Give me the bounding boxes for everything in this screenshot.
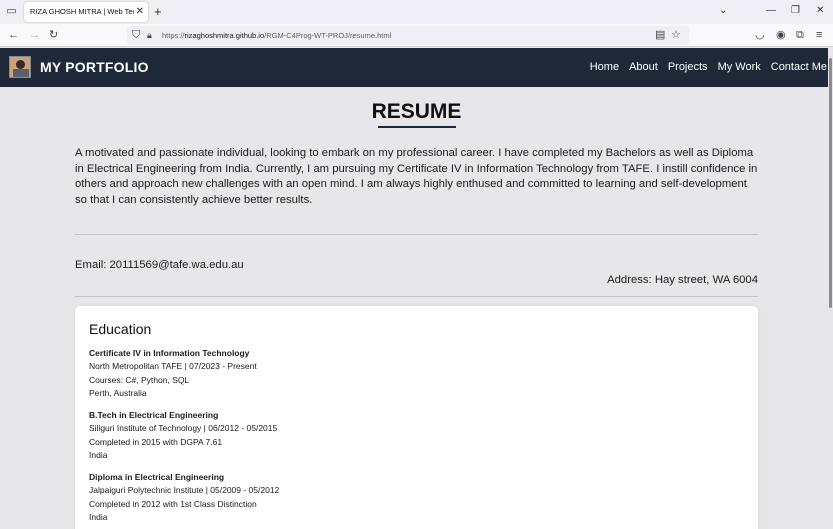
title-underline: [378, 126, 456, 128]
degree-title: B.Tech in Electrical Engineering: [89, 410, 219, 420]
nav-link-about[interactable]: About: [629, 60, 658, 74]
education-location: India: [89, 450, 108, 461]
institution: North Metropolitan TAFE | 07/2023 - Pres…: [89, 361, 257, 372]
divider: [75, 234, 758, 235]
nav-link-my-work[interactable]: My Work: [718, 60, 761, 74]
new-tab-icon[interactable]: +: [154, 4, 162, 19]
education-location: India: [89, 512, 108, 523]
reader-view-icon[interactable]: ▤: [655, 28, 665, 42]
resume-summary: A motivated and passionate individual, l…: [75, 147, 758, 206]
menu-icon[interactable]: ≡: [816, 28, 822, 42]
page-scrollbar[interactable]: [828, 48, 833, 529]
lock-icon[interactable]: 🔒︎: [147, 28, 152, 42]
education-item: B.Tech in Electrical Engineering Siligur…: [89, 409, 277, 463]
nav-links: Home About Projects My Work Contact Me: [590, 60, 827, 74]
nav-link-home[interactable]: Home: [590, 60, 619, 74]
site-navbar: MY PORTFOLIO Home About Projects My Work…: [0, 48, 833, 87]
divider: [75, 296, 758, 297]
education-heading: Education: [89, 321, 152, 337]
education-item: Diploma in Electrical Engineering Jalpai…: [89, 471, 279, 525]
education-detail: Courses: C#, Python, SQL: [89, 374, 190, 385]
shield-icon[interactable]: ⛉: [132, 28, 140, 42]
profile-logo[interactable]: [9, 56, 31, 78]
forward-icon[interactable]: →: [29, 28, 40, 42]
address-bar[interactable]: ⛉ 🔒︎ https://rizaghoshmitra.github.io/RG…: [127, 26, 689, 45]
education-detail: Completed in 2015 with DGPA 7.61: [89, 436, 223, 447]
page-title: RESUME: [371, 100, 462, 123]
site-brand[interactable]: MY PORTFOLIO: [40, 59, 149, 75]
account-icon[interactable]: ◉: [776, 28, 786, 42]
education-item: Certificate IV in Information Technology…: [89, 347, 257, 401]
browser-tab-active[interactable]: RIZA GHOSH MITRA | Web Tech | C ✕: [24, 2, 148, 22]
tab-title: RIZA GHOSH MITRA | Web Tech | C: [30, 7, 134, 16]
bookmark-star-icon[interactable]: ☆: [671, 28, 681, 42]
contact-email: Email: 20111569@tafe.wa.edu.au: [75, 259, 244, 271]
degree-title: Diploma in Electrical Engineering: [89, 472, 225, 482]
contact-address: Address: Hay street, WA 6004: [607, 274, 758, 286]
scrollbar-thumb[interactable]: [829, 58, 832, 308]
institution: Jalpaiguri Polytechnic Institute | 05/20…: [89, 485, 280, 496]
browser-tab-bar: ▭ RIZA GHOSH MITRA | Web Tech | C ✕ + ⌄ …: [0, 0, 833, 24]
nav-link-contact[interactable]: Contact Me: [771, 60, 827, 74]
close-tab-icon[interactable]: ✕: [136, 5, 144, 18]
url-text: https://rizaghoshmitra.github.io/RGM-C4P…: [162, 31, 392, 40]
maximize-icon[interactable]: ❐: [791, 4, 800, 18]
list-all-tabs-icon[interactable]: ⌄: [719, 4, 727, 18]
back-icon[interactable]: ←: [8, 28, 19, 42]
education-card: Education Certificate IV in Information …: [75, 306, 758, 529]
nav-link-projects[interactable]: Projects: [668, 60, 708, 74]
education-location: Perth, Australia: [89, 388, 147, 399]
education-detail: Completed in 2012 with 1st Class Distinc…: [89, 498, 257, 509]
reload-icon[interactable]: ↻: [49, 28, 58, 42]
minimize-icon[interactable]: —: [766, 4, 776, 18]
browser-toolbar: ← → ↻ ⛉ 🔒︎ https://rizaghoshmitra.github…: [0, 24, 833, 47]
tab-list-icon[interactable]: ▭: [5, 5, 18, 18]
institution: Siliguri Institute of Technology | 06/20…: [89, 423, 278, 434]
extensions-icon[interactable]: ⧉: [796, 28, 804, 42]
pocket-icon[interactable]: ◡: [755, 28, 765, 42]
degree-title: Certificate IV in Information Technology: [89, 348, 250, 358]
close-window-icon[interactable]: ✕: [816, 4, 824, 18]
